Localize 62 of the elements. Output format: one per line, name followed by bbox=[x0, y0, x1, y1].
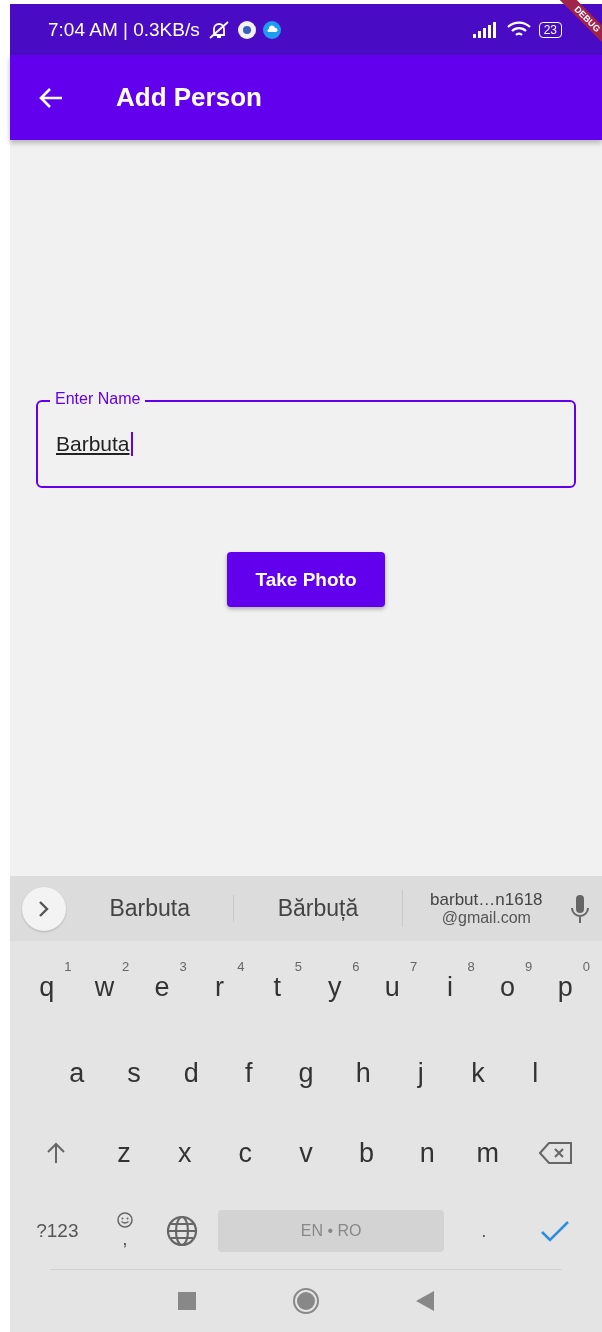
expand-suggestions-button[interactable] bbox=[22, 886, 66, 931]
key-number-hint: 6 bbox=[352, 959, 360, 975]
keyboard-key[interactable]: z bbox=[93, 1123, 155, 1184]
backspace-icon[interactable] bbox=[539, 1141, 574, 1166]
take-photo-button[interactable]: Take Photo bbox=[227, 552, 385, 607]
chevron-right-icon bbox=[38, 899, 50, 918]
cloud-badge-icon bbox=[262, 20, 281, 39]
keyboard-key[interactable]: i 8 bbox=[421, 957, 479, 1018]
keyboard-key[interactable]: l bbox=[506, 1043, 564, 1104]
keyboard-key[interactable]: t 5 bbox=[248, 957, 306, 1018]
suggestion[interactable]: Barbuta bbox=[109, 895, 190, 922]
suggestion[interactable]: barbut…n1618 bbox=[430, 889, 543, 910]
keyboard-key[interactable]: d bbox=[162, 1043, 220, 1104]
field-value: Barbuta bbox=[56, 432, 133, 456]
key-number-hint: 2 bbox=[121, 959, 130, 975]
keyboard-key[interactable]: v bbox=[275, 1123, 337, 1184]
symbols-key[interactable]: ?123 bbox=[36, 1220, 79, 1243]
keyboard-key[interactable]: f bbox=[220, 1043, 278, 1104]
key-number-hint: 8 bbox=[467, 959, 475, 975]
back-triangle-icon[interactable] bbox=[416, 1291, 434, 1312]
keyboard-key[interactable]: p 0 bbox=[536, 957, 594, 1018]
key-number-hint: 3 bbox=[179, 959, 187, 975]
keyboard-key[interactable]: y 6 bbox=[305, 957, 364, 1018]
battery-level: 23 bbox=[538, 21, 562, 38]
keyboard-key[interactable]: k bbox=[449, 1043, 507, 1104]
globe-icon[interactable] bbox=[165, 1215, 198, 1248]
suggestion[interactable]: Bărbuță bbox=[277, 895, 359, 922]
keyboard-key[interactable]: q 1 bbox=[18, 957, 76, 1018]
key-number-hint: 5 bbox=[294, 959, 302, 975]
microphone-icon[interactable] bbox=[570, 893, 590, 924]
keyboard-key[interactable]: w 2 bbox=[75, 957, 134, 1018]
status-text: 7:04 AM | 0.3KB/s bbox=[48, 18, 200, 41]
keyboard-key[interactable]: j bbox=[391, 1043, 450, 1104]
keyboard-key[interactable]: u 7 bbox=[363, 957, 422, 1018]
keyboard-key[interactable]: o 9 bbox=[478, 957, 537, 1018]
key-number-hint: 7 bbox=[409, 959, 418, 975]
keyboard-key[interactable]: x bbox=[154, 1123, 216, 1184]
keyboard-key[interactable]: h bbox=[334, 1043, 392, 1104]
key-number-hint: 0 bbox=[582, 959, 590, 975]
keyboard-key[interactable]: g bbox=[277, 1043, 335, 1104]
smiley-icon[interactable] bbox=[116, 1212, 133, 1229]
keyboard-key[interactable]: c bbox=[215, 1123, 276, 1184]
key-number-hint: 9 bbox=[525, 959, 533, 975]
key-number-hint: 4 bbox=[237, 959, 245, 975]
suggestion-subtext: @gmail.com bbox=[441, 909, 531, 928]
back-arrow-icon[interactable] bbox=[38, 86, 64, 109]
keyboard-key[interactable]: b bbox=[336, 1123, 397, 1184]
keyboard-key[interactable]: n bbox=[396, 1123, 458, 1184]
comma-key[interactable]: , bbox=[122, 1228, 128, 1251]
key-number-hint: 1 bbox=[64, 959, 72, 975]
home-circle-icon[interactable] bbox=[292, 1287, 320, 1316]
keyboard-key[interactable]: e 3 bbox=[133, 957, 191, 1018]
period-key[interactable]: . bbox=[481, 1220, 487, 1243]
recents-square-icon[interactable] bbox=[178, 1292, 196, 1311]
checkmark-icon[interactable] bbox=[539, 1220, 570, 1243]
keyboard-key[interactable]: m bbox=[457, 1123, 519, 1184]
app-bar-title: Add Person bbox=[116, 82, 262, 113]
keyboard-key[interactable]: a bbox=[48, 1043, 106, 1104]
keyboard-key[interactable]: r 4 bbox=[190, 957, 249, 1018]
name-input-field[interactable]: Enter Name Barbuta bbox=[36, 389, 576, 488]
keyboard-key[interactable]: s bbox=[105, 1043, 163, 1104]
signal-icon bbox=[472, 21, 499, 38]
